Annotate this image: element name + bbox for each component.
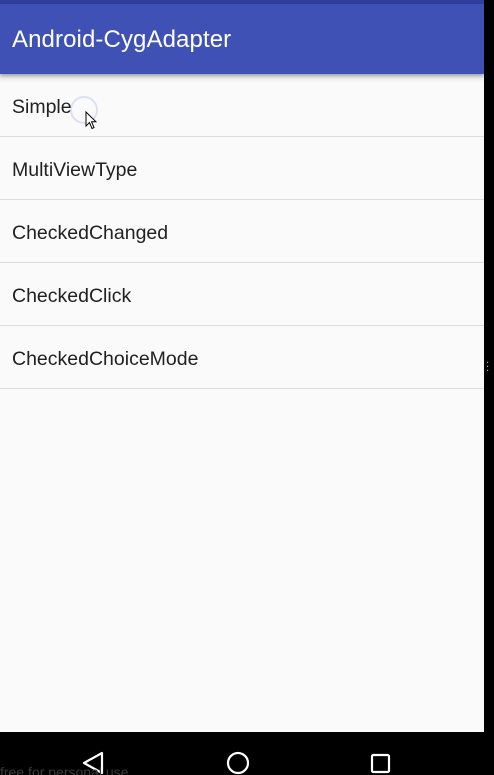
app-screen: Android-CygAdapter Simple MultiViewType … <box>0 0 484 732</box>
watermark-text: free for personal use <box>0 764 129 775</box>
list-item-label: CheckedClick <box>12 285 132 307</box>
recents-square-icon[interactable] <box>366 750 394 775</box>
list-item-label: CheckedChoiceMode <box>12 348 199 370</box>
home-circle-icon[interactable] <box>224 750 252 775</box>
list-item-simple[interactable]: Simple <box>0 74 484 137</box>
list-item-checkedchoicemode[interactable]: CheckedChoiceMode <box>0 326 484 389</box>
list-item-label: Simple <box>12 96 72 118</box>
app-title: Android-CygAdapter <box>12 26 232 53</box>
list-item-label: MultiViewType <box>12 159 138 181</box>
list-item-checkedclick[interactable]: CheckedClick <box>0 263 484 326</box>
overflow-dots-icon: · · · <box>486 358 490 377</box>
device-frame: Android-CygAdapter Simple MultiViewType … <box>0 0 494 775</box>
app-bar: Android-CygAdapter <box>0 4 484 74</box>
list-item-label: CheckedChanged <box>12 222 169 244</box>
list-item-checkedchanged[interactable]: CheckedChanged <box>0 200 484 263</box>
list-item-multiviewtype[interactable]: MultiViewType <box>0 137 484 200</box>
mouse-cursor-icon <box>85 111 97 130</box>
demo-list: Simple MultiViewType CheckedChanged Chec… <box>0 74 484 389</box>
